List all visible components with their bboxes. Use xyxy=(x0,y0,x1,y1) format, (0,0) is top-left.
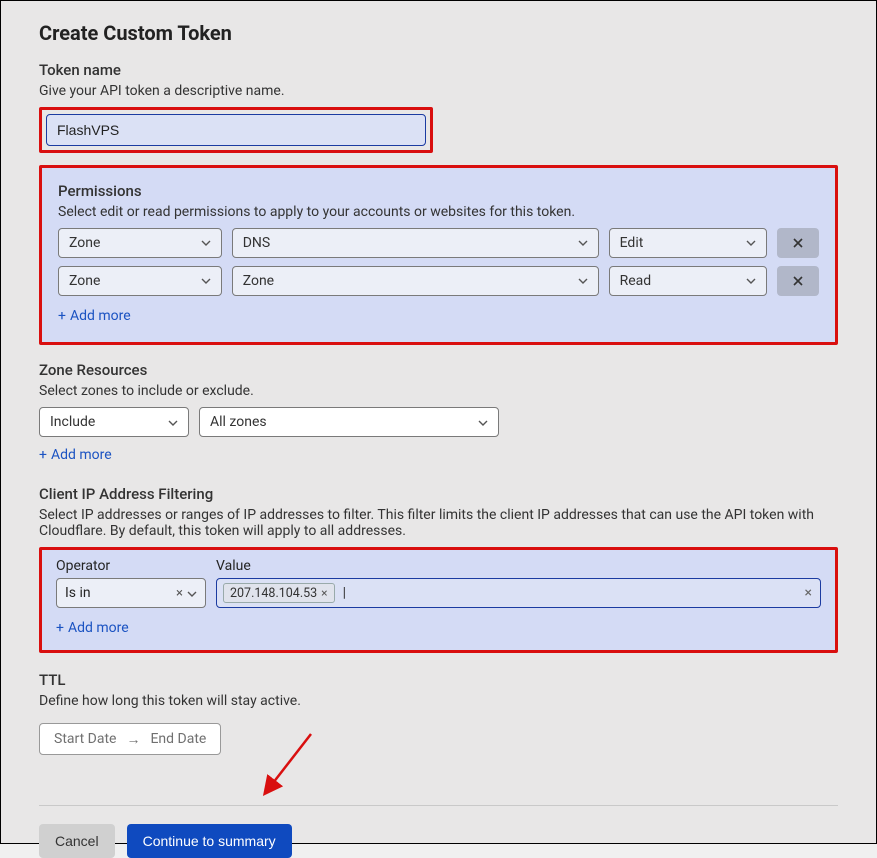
zone-resources-heading: Zone Resources xyxy=(39,361,838,379)
ip-operator-label: Is in xyxy=(65,585,91,601)
add-zone-link[interactable]: + Add more xyxy=(39,447,112,463)
arrow-right-icon: → xyxy=(126,731,140,748)
permissions-heading: Permissions xyxy=(58,182,819,200)
ip-operator-column-label: Operator xyxy=(56,558,216,574)
token-name-input[interactable] xyxy=(46,114,426,146)
clear-operator-icon[interactable]: × xyxy=(176,586,183,601)
permissions-highlight: Permissions Select edit or read permissi… xyxy=(39,165,838,345)
ip-filter-heading: Client IP Address Filtering xyxy=(39,485,838,503)
chevron-down-icon xyxy=(201,278,211,284)
chevron-down-icon xyxy=(187,585,197,601)
token-name-sub: Give your API token a descriptive name. xyxy=(39,83,838,99)
chevron-down-icon xyxy=(746,278,756,284)
ttl-heading: TTL xyxy=(39,671,838,689)
remove-permission-button[interactable] xyxy=(777,266,819,296)
close-icon xyxy=(791,274,805,288)
ip-filter-sub: Select IP addresses or ranges of IP addr… xyxy=(39,507,829,539)
close-icon xyxy=(791,236,805,250)
perm-action-label: Edit xyxy=(620,235,644,251)
chevron-down-icon xyxy=(578,278,588,284)
zone-scope-label: All zones xyxy=(210,414,267,430)
ttl-start-label: Start Date xyxy=(54,731,116,747)
perm-action-label: Read xyxy=(620,273,652,289)
token-name-heading: Token name xyxy=(39,61,838,79)
chevron-down-icon xyxy=(578,240,588,246)
token-name-highlight xyxy=(39,107,433,153)
permission-row: Zone DNS Edit xyxy=(58,228,819,258)
ip-operator-select[interactable]: Is in × xyxy=(56,578,206,608)
continue-button[interactable]: Continue to summary xyxy=(127,824,292,858)
ip-chip-text: 207.148.104.53 xyxy=(230,586,317,601)
zone-resources-sub: Select zones to include or exclude. xyxy=(39,383,838,399)
add-permission-link[interactable]: + Add more xyxy=(58,308,131,324)
perm-scope-select[interactable]: Zone xyxy=(58,266,222,296)
zone-scope-select[interactable]: All zones xyxy=(199,407,499,437)
ip-chip: 207.148.104.53 × xyxy=(223,583,335,603)
chevron-down-icon xyxy=(746,240,756,246)
perm-resource-select[interactable]: Zone xyxy=(232,266,599,296)
cancel-button[interactable]: Cancel xyxy=(39,824,115,858)
page-title: Create Custom Token xyxy=(39,21,838,45)
ttl-end-label: End Date xyxy=(150,731,206,747)
ip-value-input[interactable]: 207.148.104.53 × | × xyxy=(216,578,821,608)
chevron-down-icon xyxy=(168,414,178,430)
add-zone-label: Add more xyxy=(51,447,112,463)
zone-operator-label: Include xyxy=(50,414,95,430)
ip-value-column-label: Value xyxy=(216,558,251,574)
add-ip-link[interactable]: + Add more xyxy=(56,620,129,636)
section-divider xyxy=(39,805,838,806)
add-permission-label: Add more xyxy=(70,308,131,324)
perm-resource-label: DNS xyxy=(243,235,271,251)
ttl-sub: Define how long this token will stay act… xyxy=(39,693,838,709)
plus-icon: + xyxy=(58,308,66,324)
ttl-date-range[interactable]: Start Date → End Date xyxy=(39,723,221,755)
remove-chip-icon[interactable]: × xyxy=(321,586,327,600)
add-ip-label: Add more xyxy=(68,620,129,636)
text-cursor-icon: | xyxy=(343,585,346,601)
chevron-down-icon xyxy=(201,240,211,246)
perm-action-select[interactable]: Read xyxy=(609,266,768,296)
perm-resource-select[interactable]: DNS xyxy=(232,228,599,258)
chevron-down-icon xyxy=(478,414,488,430)
ip-filter-highlight: Operator Value Is in × 207.148.104.53 xyxy=(39,547,838,653)
perm-action-select[interactable]: Edit xyxy=(609,228,768,258)
perm-scope-label: Zone xyxy=(69,273,100,289)
perm-scope-label: Zone xyxy=(69,235,100,251)
clear-value-icon[interactable]: × xyxy=(805,585,812,601)
permission-row: Zone Zone Read xyxy=(58,266,819,296)
plus-icon: + xyxy=(39,447,47,463)
perm-scope-select[interactable]: Zone xyxy=(58,228,222,258)
remove-permission-button[interactable] xyxy=(777,228,819,258)
zone-operator-select[interactable]: Include xyxy=(39,407,189,437)
plus-icon: + xyxy=(56,620,64,636)
permissions-sub: Select edit or read permissions to apply… xyxy=(58,204,819,220)
perm-resource-label: Zone xyxy=(243,273,274,289)
